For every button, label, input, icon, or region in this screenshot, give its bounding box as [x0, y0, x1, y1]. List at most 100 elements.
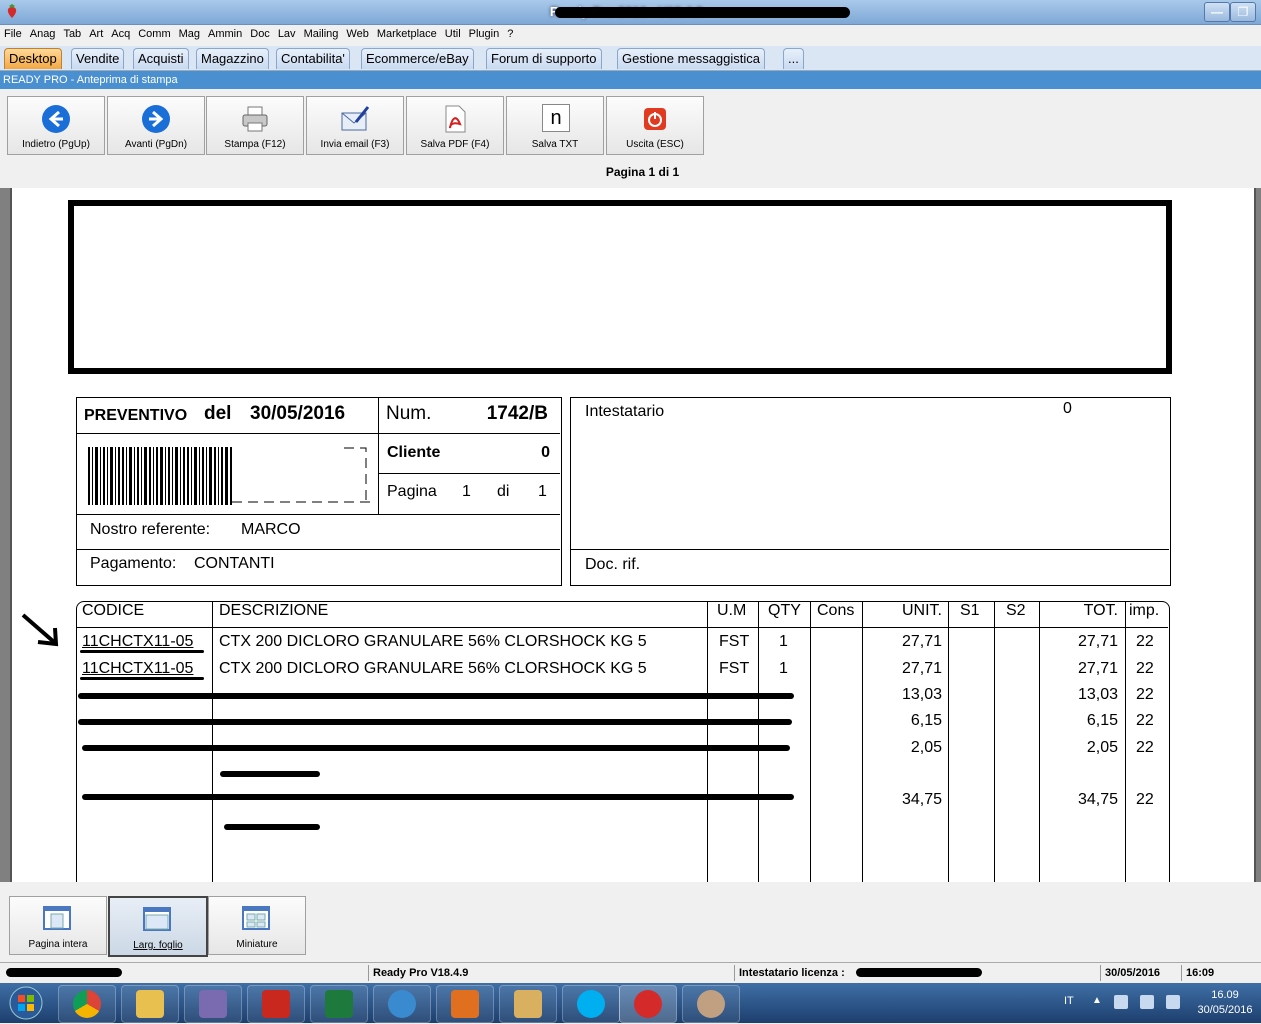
pagina-value: 1 — [462, 483, 471, 500]
miniature-button[interactable]: Miniature — [208, 896, 306, 955]
tab-contabilita[interactable]: Contabilita' — [276, 48, 350, 69]
minimize-button[interactable]: — — [1204, 2, 1230, 22]
windows-taskbar: IT ▲ 16.09 30/05/2016 — [0, 983, 1261, 1023]
tray-arrow-icon[interactable]: ▲ — [1092, 995, 1102, 1006]
print-label: Stampa (F12) — [224, 139, 286, 150]
menu-lav[interactable]: Lav — [274, 25, 300, 40]
print-button[interactable]: Stampa (F12) — [206, 96, 304, 155]
row5-imp: 22 — [1136, 739, 1154, 756]
print-preview-area[interactable]: PREVENTIVO del 30/05/2016 Num. 1742/B Cl… — [0, 188, 1261, 882]
tray-network-icon[interactable] — [1140, 995, 1154, 1009]
cliente-value: 0 — [541, 444, 550, 461]
start-button[interactable] — [6, 985, 46, 1021]
menu-comm[interactable]: Comm — [134, 25, 174, 40]
tab-messaggistica[interactable]: Gestione messaggistica — [617, 48, 766, 69]
redaction-mark — [6, 968, 122, 977]
col-cons: Cons — [817, 602, 855, 619]
envelope-pen-icon — [340, 104, 370, 134]
col-imp: imp. — [1129, 602, 1160, 619]
save-pdf-label: Salva PDF (F4) — [420, 139, 490, 150]
doc-date: 30/05/2016 — [250, 403, 346, 424]
back-button[interactable]: Indietro (PgUp) — [7, 96, 105, 155]
menu-mag[interactable]: Mag — [175, 25, 204, 40]
tab-magazzino[interactable]: Magazzino — [196, 48, 269, 69]
menu-file[interactable]: File — [0, 25, 26, 40]
tray-dropbox-icon[interactable] — [1114, 995, 1128, 1009]
arrow-left-icon — [41, 104, 71, 134]
pdf-icon — [451, 990, 479, 1018]
miniature-label: Miniature — [236, 939, 278, 950]
exit-label: Uscita (ESC) — [626, 139, 684, 150]
arrow-annotation-icon — [20, 612, 64, 648]
language-indicator[interactable]: IT — [1064, 995, 1074, 1007]
row3-unit: 13,03 — [901, 686, 942, 703]
tab-vendite[interactable]: Vendite — [71, 48, 125, 69]
menu-help[interactable]: ? — [503, 25, 517, 40]
del-label: del — [204, 403, 232, 424]
tab-desktop[interactable]: Desktop — [4, 48, 62, 69]
col-codice: CODICE — [82, 602, 145, 619]
pagamento-value: CONTANTI — [194, 555, 275, 572]
tab-forum[interactable]: Forum di supporto — [486, 48, 602, 69]
taskbar-readypro[interactable] — [619, 985, 677, 1023]
page-indicator: Pagina 1 di 1 — [605, 165, 680, 179]
taskbar-mail[interactable] — [499, 985, 557, 1023]
handwritten-underline — [80, 650, 204, 653]
clock-date[interactable]: 30/05/2016 — [1190, 1004, 1260, 1016]
taskbar-network[interactable] — [184, 985, 242, 1023]
taskbar-excel[interactable] — [310, 985, 368, 1023]
skype-icon — [577, 990, 605, 1018]
barcode — [86, 444, 371, 506]
menu-util[interactable]: Util — [441, 25, 465, 40]
taskbar-paint[interactable] — [682, 985, 740, 1023]
row1-code: 11CHCTX11-05 — [82, 633, 194, 650]
menu-marketplace[interactable]: Marketplace — [373, 25, 441, 40]
tab-more[interactable]: ... — [783, 48, 804, 69]
row4-unit: 6,15 — [910, 712, 942, 729]
save-pdf-button[interactable]: Salva PDF (F4) — [406, 96, 504, 155]
menu-anag[interactable]: Anag — [26, 25, 60, 40]
menu-plugin[interactable]: Plugin — [465, 25, 504, 40]
forward-button[interactable]: Avanti (PgDn) — [107, 96, 205, 155]
row4-imp: 22 — [1136, 712, 1154, 729]
pagina-intera-button[interactable]: Pagina intera — [9, 896, 107, 955]
row2-unit: 27,71 — [901, 660, 942, 677]
clock-time[interactable]: 16.09 — [1190, 989, 1260, 1001]
taskbar-pdf[interactable] — [436, 985, 494, 1023]
row3-tot: 13,03 — [1077, 686, 1118, 703]
menu-ammin[interactable]: Ammin — [204, 25, 246, 40]
restore-button[interactable]: ❐ — [1230, 2, 1256, 22]
taskbar-skype[interactable] — [562, 985, 620, 1023]
tray-volume-icon[interactable] — [1166, 995, 1180, 1009]
col-s2: S2 — [1006, 602, 1026, 619]
menu-doc[interactable]: Doc — [246, 25, 274, 40]
larg-foglio-label: Larg. foglio — [133, 940, 183, 951]
email-button[interactable]: Invia email (F3) — [306, 96, 404, 155]
window-subtitle: READY PRO - Anteprima di stampa — [0, 71, 1261, 89]
tab-acquisti[interactable]: Acquisti — [133, 48, 189, 69]
thumbnails-icon — [241, 905, 271, 931]
tab-ecommerce[interactable]: Ecommerce/eBay — [361, 48, 474, 69]
menu-acq[interactable]: Acq — [107, 25, 134, 40]
printer-icon — [240, 104, 270, 134]
taskbar-filezilla[interactable] — [247, 985, 305, 1023]
save-txt-label: Salva TXT — [531, 139, 579, 150]
intestatario-value: 0 — [1063, 400, 1072, 417]
row2-desc: CTX 200 DICLORO GRANULARE 56% CLORSHOCK … — [219, 660, 647, 677]
larg-foglio-button[interactable]: Larg. foglio — [108, 896, 208, 957]
menu-web[interactable]: Web — [342, 25, 372, 40]
menu-tab[interactable]: Tab — [59, 25, 85, 40]
col-tot: TOT. — [1083, 602, 1118, 619]
redaction-strike — [82, 794, 794, 800]
menu-mailing[interactable]: Mailing — [300, 25, 343, 40]
doc-number: 1742/B — [486, 403, 548, 424]
menu-art[interactable]: Art — [85, 25, 107, 40]
taskbar-explorer[interactable] — [121, 985, 179, 1023]
save-txt-button[interactable]: n Salva TXT — [506, 96, 604, 155]
taskbar-chrome[interactable] — [58, 985, 116, 1023]
referente-label: Nostro referente: — [90, 521, 211, 538]
exit-button[interactable]: Uscita (ESC) — [606, 96, 704, 155]
doc-type: PREVENTIVO — [84, 407, 188, 424]
title-bar: Ready Pro 2016 - V18.4.9 - — ❐ — [0, 0, 1261, 25]
taskbar-browser[interactable] — [373, 985, 431, 1023]
